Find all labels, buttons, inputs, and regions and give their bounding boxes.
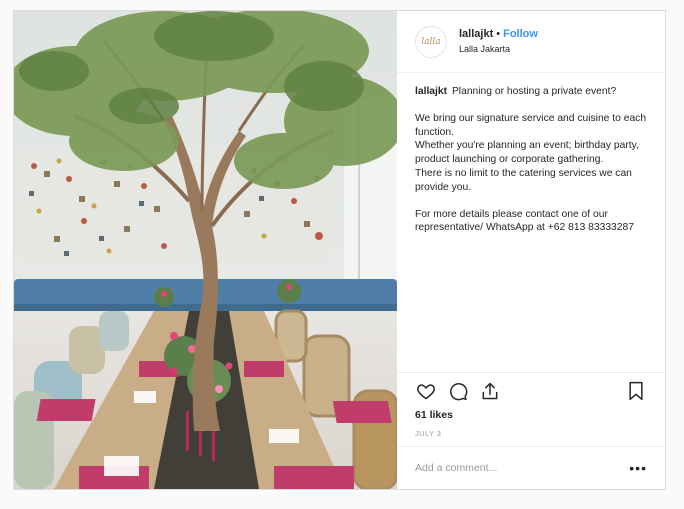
share-icon[interactable] xyxy=(479,380,501,402)
header-row: lallajkt • Follow xyxy=(459,27,538,42)
caption-username[interactable]: lallajkt xyxy=(415,86,447,97)
post-sidebar: lalla lallajkt • Follow Lalla Jakarta lall… xyxy=(397,11,665,489)
separator-dot: • xyxy=(496,27,501,40)
comment-bar: Add a comment... ••• xyxy=(397,446,665,489)
action-section: 61 likes JULY 3 xyxy=(397,372,665,446)
caption-text: We bring our signature service and cuisi… xyxy=(415,112,647,138)
action-icons xyxy=(415,373,647,409)
add-comment-input[interactable]: Add a comment... xyxy=(415,462,629,474)
avatar[interactable]: lalla xyxy=(415,25,447,58)
caption-text: There is no limit to the catering servic… xyxy=(415,167,632,193)
header-text: lallajkt • Follow Lalla Jakarta xyxy=(459,27,538,57)
heart-icon[interactable] xyxy=(415,380,437,402)
avatar-logo-text: lalla xyxy=(421,36,441,47)
instagram-post: lalla lallajkt • Follow Lalla Jakarta lall… xyxy=(13,10,666,490)
likes-count[interactable]: 61 likes xyxy=(415,409,647,421)
username-link[interactable]: lallajkt xyxy=(459,28,493,40)
caption-text: For more details please contact one of o… xyxy=(415,208,634,234)
more-options-icon[interactable]: ••• xyxy=(629,460,647,476)
caption-text: Planning or hosting a private event? xyxy=(451,86,617,97)
post-header: lalla lallajkt • Follow Lalla Jakarta xyxy=(397,11,665,73)
bookmark-icon[interactable] xyxy=(625,380,647,402)
comment-icon[interactable] xyxy=(447,380,469,402)
post-date: JULY 3 xyxy=(415,429,442,438)
restaurant-tree-image xyxy=(14,11,397,489)
caption-line: lallajkt Planning or hosting a private e… xyxy=(415,85,647,99)
post-photo[interactable] xyxy=(14,11,397,489)
follow-button[interactable]: Follow xyxy=(503,28,538,40)
location-link[interactable]: Lalla Jakarta xyxy=(459,42,538,57)
post-caption: lallajkt Planning or hosting a private e… xyxy=(397,73,665,372)
caption-text: Whether you're planning an event; birthd… xyxy=(415,140,639,166)
